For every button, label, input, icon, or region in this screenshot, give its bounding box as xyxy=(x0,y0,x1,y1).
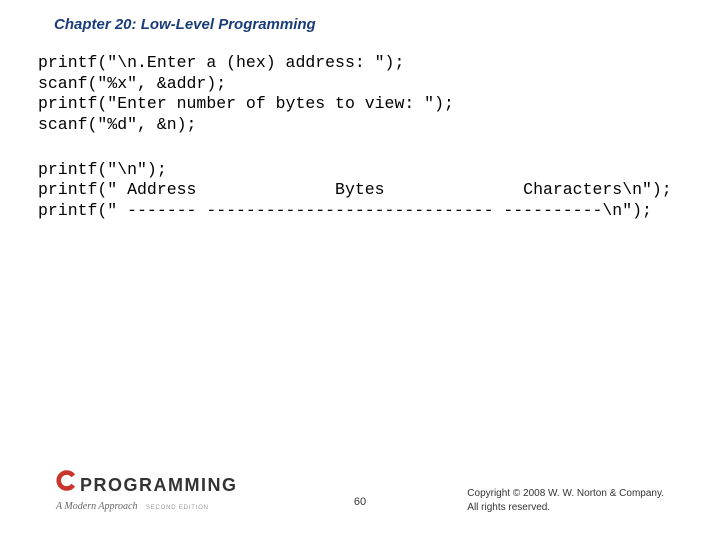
logo-subtitle: A Modern Approach xyxy=(56,501,137,512)
logo-main: PROGRAMMING xyxy=(56,470,238,496)
book-logo: PROGRAMMING A Modern Approach SECOND EDI… xyxy=(56,470,238,514)
copyright: Copyright © 2008 W. W. Norton & Company.… xyxy=(467,487,664,514)
code-line: scanf("%d", &n); xyxy=(38,115,196,134)
code-block-1: printf("\n.Enter a (hex) address: "); sc… xyxy=(0,43,720,136)
logo-edition: SECOND EDITION xyxy=(146,505,209,511)
copyright-line: All rights reserved. xyxy=(467,501,664,515)
chapter-title: Chapter 20: Low-Level Programming xyxy=(54,16,316,33)
chapter-header: Chapter 20: Low-Level Programming xyxy=(0,0,720,43)
copyright-line: Copyright © 2008 W. W. Norton & Company. xyxy=(467,487,664,501)
code-line: printf(" ------- -----------------------… xyxy=(38,201,652,220)
logo-text: PROGRAMMING xyxy=(80,475,238,496)
logo-subtitle-row: A Modern Approach SECOND EDITION xyxy=(56,496,238,514)
code-block-2: printf("\n"); printf(" Address Bytes Cha… xyxy=(0,150,720,222)
code-line: printf(" Address Bytes Characters\n"); xyxy=(38,180,672,199)
code-line: printf("\n"); xyxy=(38,160,167,179)
page-number: 60 xyxy=(354,496,366,508)
logo-c-icon xyxy=(56,470,77,491)
code-line: printf("Enter number of bytes to view: "… xyxy=(38,94,454,113)
code-line: printf("\n.Enter a (hex) address: "); xyxy=(38,53,404,72)
code-line: scanf("%x", &addr); xyxy=(38,74,226,93)
